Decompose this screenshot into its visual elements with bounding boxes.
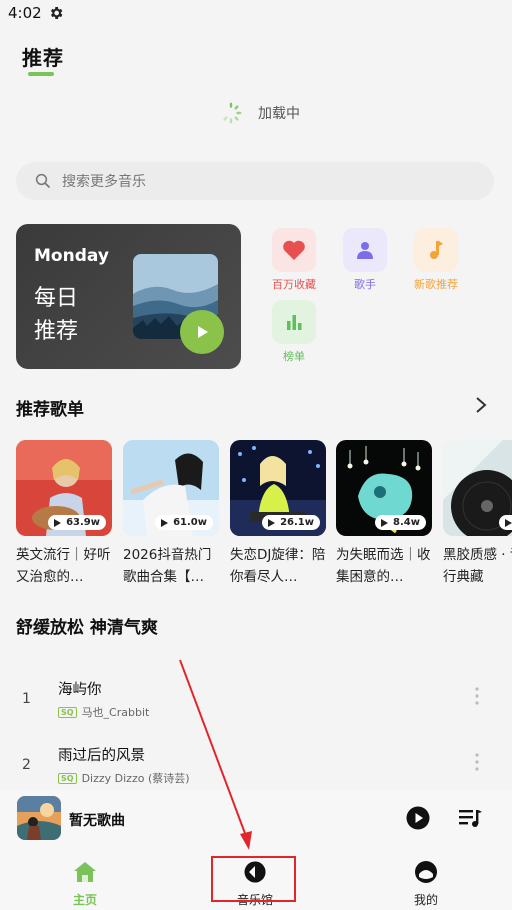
shortcut-label: 歌手 (354, 278, 376, 291)
tab-label: 我的 (413, 893, 438, 907)
playlist-cover-image: 63.9w (16, 440, 112, 536)
playlist-name: 为失眠而选｜收集困意的… (336, 547, 431, 585)
more-vertical-icon[interactable] (474, 752, 480, 772)
playlist-name: 2026抖音热门歌曲合集【… (123, 547, 212, 585)
song-title: 雨过后的风景 (58, 748, 145, 764)
home-icon (74, 862, 96, 882)
mini-player-title: 暂无歌曲 (69, 813, 125, 829)
search-input[interactable]: 搜索更多音乐 (16, 162, 494, 200)
daily-day: Monday (34, 246, 109, 266)
playlist-cover-image: 39 (443, 440, 512, 536)
loading-indicator: 加载中 (220, 102, 300, 124)
song-artist: Dizzy Dizzo (蔡诗芸) (81, 772, 190, 785)
playlist-card[interactable]: 61.0w 2026抖音热门歌曲合集【… (123, 440, 219, 588)
playlist-cover-image: 26.1w (230, 440, 326, 536)
spinner-icon (223, 102, 242, 124)
quality-badge: SQ (58, 772, 77, 784)
shortcut-new-songs[interactable]: 新歌推荐 (401, 228, 471, 292)
play-count: 39 (499, 515, 512, 530)
playlist-card[interactable]: 26.1w 失恋DJ旋律：陪你看尽人… (230, 440, 326, 588)
playlist-name: 失恋DJ旋律：陪你看尽人… (230, 547, 326, 585)
song-meta: SQ 马也_Crabbit (58, 704, 149, 720)
play-count: 63.9w (48, 515, 106, 530)
shortcut-singers[interactable]: 歌手 (330, 228, 400, 292)
highlight-box (211, 856, 296, 902)
playlist-card[interactable]: 39 黑胶质感 · 语流行典藏 (443, 440, 512, 588)
songs-section-title: 舒缓放松 神清气爽 (16, 618, 158, 638)
page-title[interactable]: 推荐 (22, 42, 64, 71)
play-circle-icon[interactable] (406, 806, 430, 830)
daily-play-button[interactable] (180, 310, 224, 354)
playlist-card[interactable]: 63.9w 英文流行｜好听又治愈的… (16, 440, 112, 588)
song-title: 海屿你 (58, 682, 102, 698)
playlist-cover-image: 61.0w (123, 440, 219, 536)
search-icon (35, 173, 50, 188)
shortcut-label: 新歌推荐 (414, 278, 458, 291)
loading-text: 加载中 (258, 106, 300, 122)
shortcut-charts[interactable]: 榜单 (259, 300, 329, 364)
title-underline (28, 72, 54, 76)
gear-icon (50, 7, 63, 19)
play-count: 61.0w (155, 515, 213, 530)
profile-icon (415, 861, 437, 883)
song-artist: 马也_Crabbit (81, 706, 150, 719)
status-time: 4:02 (8, 4, 42, 22)
daily-title: 每日推荐 (34, 286, 79, 344)
song-meta: SQ Dizzy Dizzo (蔡诗芸) (58, 770, 190, 786)
tab-label: 主页 (72, 893, 97, 907)
playlist-name: 黑胶质感 · 语流行典藏 (443, 547, 512, 585)
song-number: 2 (22, 757, 31, 773)
shortcut-favorites[interactable]: 百万收藏 (259, 228, 329, 292)
chevron-right-icon[interactable] (473, 396, 489, 414)
quality-badge: SQ (58, 706, 77, 718)
playlist-cover-image: 8.4w (336, 440, 432, 536)
song-row[interactable]: 1 海屿你 SQ 马也_Crabbit (0, 676, 512, 726)
playlist-queue-icon[interactable] (458, 807, 482, 829)
song-number: 1 (22, 691, 31, 707)
mini-player[interactable]: 暂无歌曲 (0, 790, 512, 848)
person-icon (343, 228, 387, 272)
search-placeholder: 搜索更多音乐 (62, 174, 146, 190)
daily-recommend-card[interactable]: Monday 每日推荐 (16, 224, 241, 369)
status-bar: 4:02 (0, 0, 512, 26)
play-count: 8.4w (375, 515, 426, 530)
more-vertical-icon[interactable] (474, 686, 480, 706)
bar-chart-icon (272, 300, 316, 344)
playlists-section-title: 推荐歌单 (16, 400, 84, 420)
tab-home[interactable]: 主页 (45, 860, 125, 908)
play-count: 26.1w (262, 515, 320, 530)
heart-icon (272, 228, 316, 272)
tab-profile[interactable]: 我的 (386, 860, 466, 908)
playlist-name: 英文流行｜好听又治愈的… (16, 547, 111, 585)
song-row[interactable]: 2 雨过后的风景 SQ Dizzy Dizzo (蔡诗芸) (0, 742, 512, 792)
music-note-icon (414, 228, 458, 272)
playlist-card[interactable]: 8.4w 为失眠而选｜收集困意的… (336, 440, 432, 588)
play-icon (198, 326, 208, 338)
shortcut-label: 榜单 (283, 350, 305, 363)
shortcut-label: 百万收藏 (272, 278, 316, 291)
mini-player-cover (17, 796, 61, 840)
